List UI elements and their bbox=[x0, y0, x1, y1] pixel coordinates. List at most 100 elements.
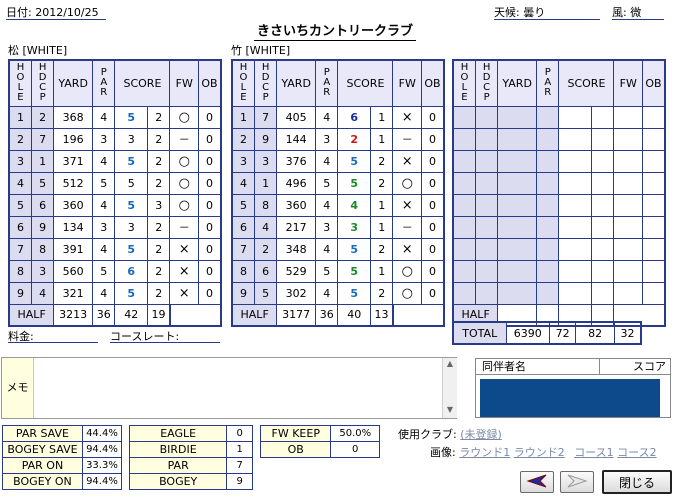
table-row bbox=[452, 281, 666, 305]
empty-cell bbox=[536, 193, 560, 217]
course-rate-label: コースレート: bbox=[110, 330, 180, 343]
date-label: 日付: bbox=[6, 6, 32, 19]
empty-cell bbox=[452, 171, 476, 195]
hdcp-cell: 6 bbox=[30, 193, 55, 217]
hdcp-cell: 8 bbox=[30, 237, 55, 261]
empty-cell bbox=[452, 193, 476, 217]
hdcp-cell: 7 bbox=[30, 127, 55, 151]
image-link-round1[interactable]: ラウンド1 bbox=[459, 446, 510, 459]
yard-cell: 368 bbox=[53, 105, 94, 129]
putt-cell: 3 bbox=[147, 193, 171, 217]
putt-cell: 1 bbox=[370, 193, 394, 217]
empty-cell bbox=[591, 171, 615, 195]
half-putt: 19 bbox=[147, 303, 171, 327]
memo-input[interactable] bbox=[35, 359, 442, 417]
empty-cell bbox=[558, 237, 593, 261]
half-score: 40 bbox=[337, 303, 372, 327]
stat-label: FW KEEP bbox=[259, 425, 332, 442]
table-row: 7 2 348 4 5 2 × 0 bbox=[231, 237, 445, 261]
empty-cell bbox=[642, 149, 666, 173]
score-cell: 2 bbox=[337, 127, 372, 151]
image-link-course1[interactable]: コース1 bbox=[574, 446, 613, 459]
par-cell: 4 bbox=[92, 237, 116, 261]
empty-cell bbox=[452, 127, 476, 151]
scroll-up-icon[interactable]: ▲ bbox=[443, 358, 457, 370]
hdcp-cell: 9 bbox=[253, 127, 278, 151]
half-blank bbox=[391, 303, 444, 326]
hole-cell: 2 bbox=[8, 127, 32, 151]
stat-label: OB bbox=[259, 441, 332, 458]
score-cell: 5 bbox=[114, 105, 149, 129]
image-link-course2[interactable]: コース2 bbox=[617, 446, 656, 459]
table-row: 9 5 302 4 5 2 ○ 0 bbox=[231, 281, 445, 305]
stat-value: 7 bbox=[226, 457, 253, 474]
putt-cell: 1 bbox=[370, 259, 394, 283]
ob-cell: 0 bbox=[198, 171, 222, 195]
hdcp-cell: 1 bbox=[253, 171, 278, 195]
fw-cell: － bbox=[169, 215, 199, 239]
arrow-right-icon bbox=[567, 474, 588, 488]
next-button[interactable] bbox=[560, 471, 594, 493]
col-fw: FW bbox=[392, 59, 422, 107]
score-cell: 3 bbox=[114, 127, 149, 151]
table-row bbox=[452, 193, 666, 217]
out-course-name: 松 [WHITE] bbox=[8, 44, 68, 57]
col-fw: FW bbox=[613, 59, 643, 107]
col-hole: HOLE bbox=[231, 59, 255, 107]
close-button[interactable]: 閉じる bbox=[602, 470, 672, 494]
empty-cell bbox=[613, 149, 643, 173]
ob-cell: 0 bbox=[198, 259, 222, 283]
fw-cell: － bbox=[392, 215, 422, 239]
memo-scrollbar[interactable]: ▲ ▼ bbox=[442, 358, 457, 418]
empty-cell bbox=[474, 193, 499, 217]
yard-cell: 376 bbox=[276, 149, 317, 173]
empty-cell bbox=[591, 215, 615, 239]
ob-cell: 0 bbox=[198, 237, 222, 261]
table-row: 6 4 217 3 3 1 － 0 bbox=[231, 215, 445, 239]
weather-label: 天候: bbox=[494, 6, 520, 19]
ob-cell: 0 bbox=[198, 105, 222, 129]
empty-cell bbox=[497, 193, 538, 217]
putt-cell: 2 bbox=[147, 127, 171, 151]
club-link[interactable]: (未登録) bbox=[460, 428, 502, 441]
hdcp-cell: 1 bbox=[30, 149, 55, 173]
yard-cell: 360 bbox=[276, 193, 317, 217]
empty-cell bbox=[613, 237, 643, 261]
yard-cell: 405 bbox=[276, 105, 317, 129]
hdcp-cell: 4 bbox=[30, 281, 55, 305]
half-yard: 3177 bbox=[276, 303, 317, 327]
empty-cell bbox=[591, 127, 615, 151]
empty-cell bbox=[613, 193, 643, 217]
ob-cell: 0 bbox=[421, 193, 445, 217]
yard-cell: 348 bbox=[276, 237, 317, 261]
scroll-down-icon[interactable]: ▼ bbox=[443, 404, 457, 416]
par-cell: 4 bbox=[92, 281, 116, 305]
yard-cell: 360 bbox=[53, 193, 94, 217]
yard-cell: 496 bbox=[276, 171, 317, 195]
empty-cell bbox=[497, 127, 538, 151]
hdcp-cell: 6 bbox=[253, 259, 278, 283]
putt-cell: 2 bbox=[370, 237, 394, 261]
col-score: SCORE bbox=[558, 59, 615, 107]
companion-list[interactable] bbox=[480, 379, 660, 417]
image-link-round2[interactable]: ラウンド2 bbox=[514, 446, 565, 459]
score-cell: 5 bbox=[114, 237, 149, 261]
total-row: TOTAL 6390 72 82 32 bbox=[452, 321, 642, 345]
empty-cell bbox=[642, 237, 666, 261]
col-score: SCORE bbox=[114, 59, 171, 107]
hole-cell: 5 bbox=[231, 193, 255, 217]
yard-cell: 529 bbox=[276, 259, 317, 283]
table-row: 8 3 560 5 6 2 × 0 bbox=[8, 259, 222, 283]
yard-cell: 302 bbox=[276, 281, 317, 305]
total-par: 72 bbox=[548, 321, 577, 345]
empty-cell bbox=[591, 237, 615, 261]
par-cell: 3 bbox=[92, 127, 116, 151]
table-row bbox=[452, 215, 666, 239]
half-row: HALF 3213 36 42 19 bbox=[8, 303, 221, 327]
half-score: 42 bbox=[114, 303, 149, 327]
col-par: PAR bbox=[92, 59, 116, 107]
par-cell: 4 bbox=[315, 281, 339, 305]
prev-button[interactable] bbox=[520, 471, 554, 493]
stat-label: BOGEY SAVE bbox=[2, 441, 83, 458]
empty-cell bbox=[558, 149, 593, 173]
